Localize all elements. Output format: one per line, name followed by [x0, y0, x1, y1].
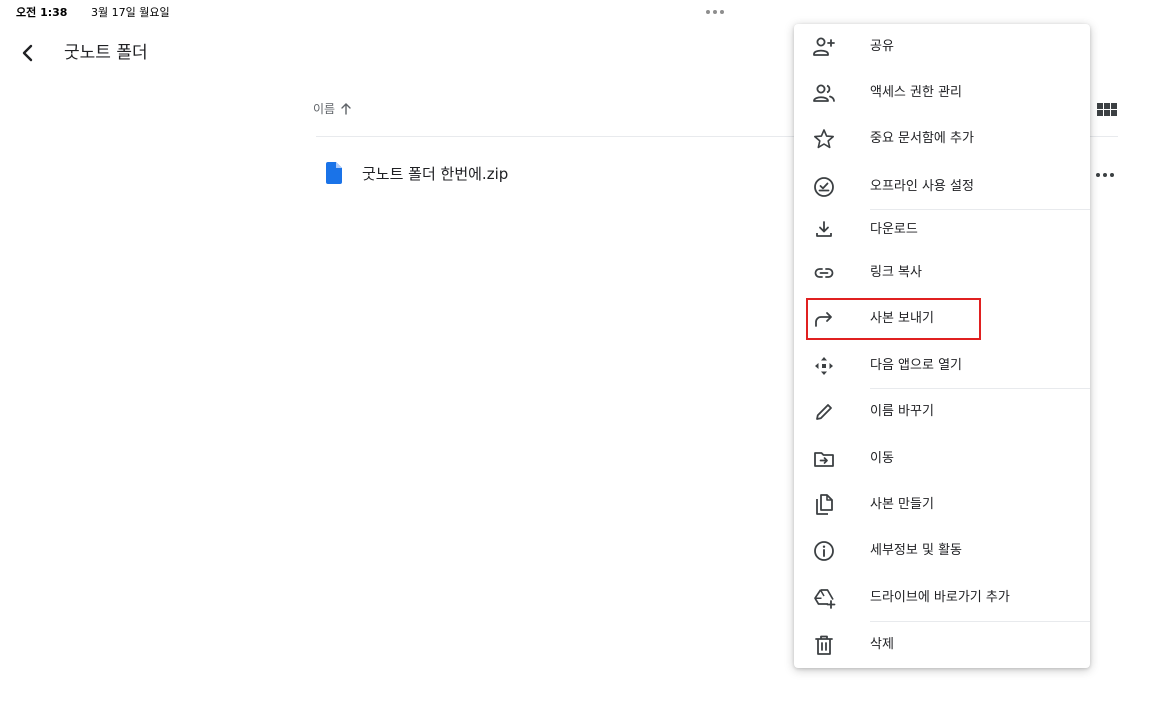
menu-label: 공유	[870, 39, 894, 54]
menu-label: 드라이브에 바로가기 추가	[870, 590, 1010, 605]
menu-label: 다운로드	[870, 222, 918, 237]
menu-label: 링크 복사	[870, 265, 922, 280]
download-icon	[816, 221, 832, 237]
menu-label: 다음 앱으로 열기	[870, 358, 962, 373]
chevron-left-icon	[22, 44, 33, 62]
info-icon	[814, 541, 834, 561]
menu-label: 세부정보 및 활동	[870, 543, 962, 558]
menu-label: 삭제	[870, 637, 894, 652]
link-icon	[814, 268, 834, 278]
status-date: 3월 17일 월요일	[91, 6, 170, 19]
person-add-icon	[813, 37, 835, 56]
status-time: 오전 1:38	[16, 6, 68, 19]
page-title: 굿노트 폴더	[64, 43, 148, 63]
menu-item-copy-link[interactable]: 링크 복사	[794, 250, 1090, 296]
menu-label: 중요 문서함에 추가	[870, 131, 974, 146]
arrow-up-icon	[341, 102, 351, 115]
people-icon	[813, 84, 835, 102]
menu-label: 이동	[870, 451, 894, 466]
menu-label: 사본 만들기	[870, 497, 934, 512]
menu-item-rename[interactable]: 이름 바꾸기	[794, 389, 1090, 435]
menu-item-share[interactable]: 공유	[794, 24, 1090, 70]
menu-item-move[interactable]: 이동	[794, 436, 1090, 482]
menu-item-open-with[interactable]: 다음 앱으로 열기	[794, 343, 1090, 389]
menu-item-offline[interactable]: 오프라인 사용 설정	[794, 164, 1090, 210]
pencil-icon	[816, 404, 832, 420]
menu-item-add-starred[interactable]: 중요 문서함에 추가	[794, 116, 1090, 162]
menu-item-delete[interactable]: 삭제	[794, 622, 1090, 668]
menu-item-make-copy[interactable]: 사본 만들기	[794, 482, 1090, 528]
context-menu: 공유 액세스 권한 관리 중요 문서함에 추가 오프라인 사용 설정 다운로드	[794, 24, 1090, 668]
file-more-options-icon[interactable]	[1094, 168, 1116, 182]
grid-view-icon	[1097, 103, 1117, 116]
file-icon	[326, 162, 342, 184]
move-folder-icon	[814, 452, 834, 467]
menu-item-download[interactable]: 다운로드	[794, 207, 1090, 253]
copy-icon	[816, 494, 833, 515]
file-name: 굿노트 폴더 한번에.zip	[362, 165, 509, 183]
sort-label: 이름	[313, 102, 336, 116]
menu-item-add-shortcut[interactable]: 드라이브에 바로가기 추가	[794, 575, 1090, 621]
offline-check-icon	[814, 177, 834, 197]
open-with-icon	[815, 357, 833, 375]
sort-by-name-button[interactable]: 이름	[313, 100, 353, 117]
menu-label: 이름 바꾸기	[870, 404, 934, 419]
menu-item-details[interactable]: 세부정보 및 활동	[794, 528, 1090, 574]
drive-shortcut-icon	[814, 589, 836, 609]
trash-icon	[815, 635, 833, 655]
menu-label: 오프라인 사용 설정	[870, 179, 974, 194]
star-icon	[814, 129, 834, 149]
menu-label: 액세스 권한 관리	[870, 85, 962, 100]
multitask-dots-icon[interactable]	[706, 10, 724, 14]
highlight-box	[806, 298, 981, 340]
grid-view-toggle[interactable]	[1096, 101, 1118, 119]
back-button[interactable]	[16, 41, 40, 65]
menu-item-manage-access[interactable]: 액세스 권한 관리	[794, 70, 1090, 116]
